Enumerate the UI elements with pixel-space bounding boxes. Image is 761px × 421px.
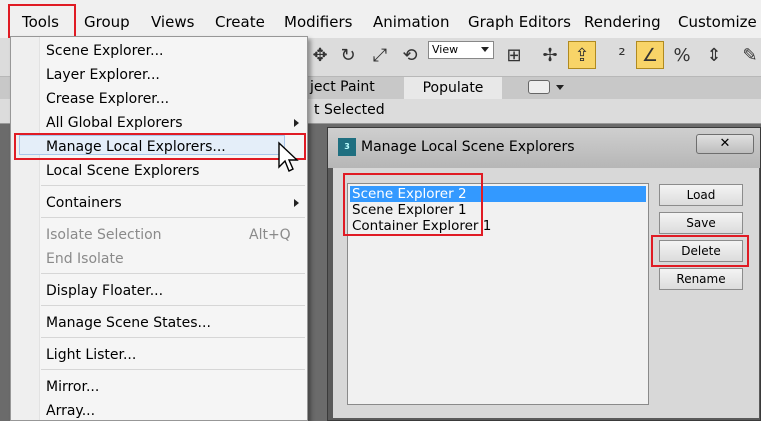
menu-item-array[interactable]: Array... xyxy=(46,403,95,419)
mouse-cursor-icon xyxy=(278,141,299,172)
menu-group[interactable]: Group xyxy=(84,0,130,38)
menu-item-all-global-explorers[interactable]: All Global Explorers xyxy=(46,115,183,131)
menu-separator xyxy=(41,337,305,338)
menu-item-mirror[interactable]: Mirror... xyxy=(46,379,99,395)
menu-item-manage-scene-states[interactable]: Manage Scene States... xyxy=(46,315,211,331)
isolate-selection-shortcut: Alt+Q xyxy=(249,227,291,243)
menu-separator xyxy=(41,305,305,306)
menu-customize[interactable]: Customize xyxy=(678,0,757,38)
selection-status-text: t Selected xyxy=(314,102,385,118)
submenu-arrow-icon xyxy=(294,199,299,207)
chevron-down-icon[interactable] xyxy=(556,85,564,90)
pivot-center-icon[interactable]: ⊞ xyxy=(500,41,528,69)
scale-icon[interactable]: ⤢ xyxy=(366,41,394,69)
manage-local-explorers-highlight-box xyxy=(14,133,306,160)
menu-item-crease-explorer[interactable]: Crease Explorer... xyxy=(46,91,169,107)
menu-bar: Tools Group Views Create Modifiers Anima… xyxy=(0,0,761,38)
menu-icon-gutter xyxy=(11,37,40,420)
move-icon[interactable]: ✥ xyxy=(306,41,334,69)
menu-item-light-lister[interactable]: Light Lister... xyxy=(46,347,136,363)
menu-graph-editors[interactable]: Graph Editors xyxy=(468,0,571,38)
tools-menu: Scene Explorer... Layer Explorer... Crea… xyxy=(10,36,308,421)
select-manipulate-icon[interactable]: ✢ xyxy=(536,41,564,69)
snaps-toggle-icon[interactable]: ² xyxy=(608,41,636,69)
spinner-snap-icon[interactable]: ⇕ xyxy=(700,41,728,69)
list-highlight-box xyxy=(343,173,483,236)
menu-item-local-scene-explorers[interactable]: Local Scene Explorers xyxy=(46,163,199,179)
manage-local-scene-explorers-dialog: 3 Manage Local Scene Explorers ✕ Scene E… xyxy=(327,127,761,421)
angle-snap-icon[interactable]: ∠ xyxy=(636,41,664,69)
save-button[interactable]: Save xyxy=(659,212,743,234)
percent-snap-icon[interactable]: % xyxy=(668,41,696,69)
rotate-icon[interactable]: ↻ xyxy=(334,41,362,69)
menu-create[interactable]: Create xyxy=(215,0,265,38)
tab-object-paint[interactable]: ject Paint xyxy=(310,79,375,95)
menu-modifiers[interactable]: Modifiers xyxy=(284,0,352,38)
menu-item-end-isolate[interactable]: End Isolate xyxy=(46,251,124,267)
menu-rendering[interactable]: Rendering xyxy=(584,0,661,38)
menu-views[interactable]: Views xyxy=(151,0,194,38)
menu-item-layer-explorer[interactable]: Layer Explorer... xyxy=(46,67,160,83)
select-place-icon[interactable]: ⟲ xyxy=(396,41,424,69)
dialog-title: Manage Local Scene Explorers xyxy=(361,139,575,155)
menu-separator xyxy=(41,185,305,186)
load-button[interactable]: Load xyxy=(659,184,743,206)
view-dropdown-value: View xyxy=(432,43,459,56)
menu-item-isolate-selection[interactable]: Isolate Selection xyxy=(46,227,162,243)
submenu-arrow-icon xyxy=(294,119,299,127)
ribbon-options-icon[interactable] xyxy=(528,80,550,94)
tab-populate-label: Populate xyxy=(422,80,484,96)
menu-separator xyxy=(41,369,305,370)
keyboard-shortcut-override-icon[interactable]: ⇪ xyxy=(568,41,596,69)
edit-named-selection-icon[interactable]: ✎ xyxy=(736,41,761,69)
app-logo-icon: 3 xyxy=(338,138,356,156)
dialog-title-bar[interactable]: 3 Manage Local Scene Explorers ✕ xyxy=(328,128,760,168)
reference-coordinate-dropdown[interactable]: View xyxy=(428,41,494,59)
menu-separator xyxy=(41,273,305,274)
dialog-body: Scene Explorer 2 Scene Explorer 1 Contai… xyxy=(333,168,759,418)
menu-item-scene-explorer[interactable]: Scene Explorer... xyxy=(46,43,164,59)
delete-highlight-box xyxy=(651,235,749,267)
menu-separator xyxy=(41,217,305,218)
close-icon: ✕ xyxy=(719,136,731,151)
close-button[interactable]: ✕ xyxy=(696,134,754,154)
menu-item-containers[interactable]: Containers xyxy=(46,195,122,211)
menu-item-display-floater[interactable]: Display Floater... xyxy=(46,283,163,299)
tools-highlight-box xyxy=(8,4,76,38)
chevron-down-icon xyxy=(481,47,489,52)
menu-animation[interactable]: Animation xyxy=(373,0,449,38)
tab-populate[interactable]: Populate xyxy=(404,77,502,99)
rename-button[interactable]: Rename xyxy=(659,268,743,290)
